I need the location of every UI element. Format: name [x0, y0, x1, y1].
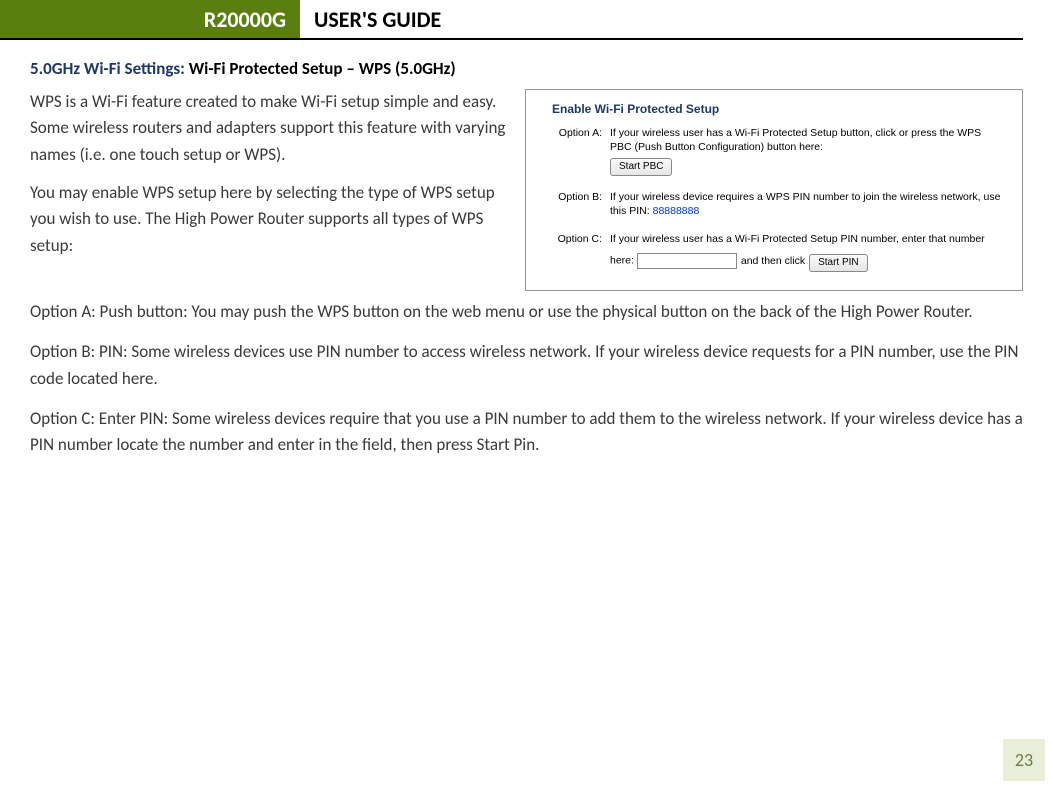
- page-content: 5.0GHz Wi-Fi Settings: Wi-Fi Protected S…: [0, 40, 1053, 459]
- doc-header: R20000G USER'S GUIDE: [0, 0, 1023, 40]
- start-pbc-button[interactable]: Start PBC: [610, 158, 672, 176]
- intro-p2: You may enable WPS setup here by selecti…: [30, 180, 507, 259]
- intro-p1: WPS is a Wi-Fi feature created to make W…: [30, 89, 507, 168]
- wps-option-b: Option B: If your wireless device requir…: [552, 190, 1004, 218]
- section-suffix: Wi-Fi Protected Setup – WPS (5.0GHz): [189, 58, 456, 79]
- wps-screenshot: Enable Wi-Fi Protected Setup Option A: I…: [525, 89, 1023, 291]
- option-b-para: Option B: PIN: Some wireless devices use…: [30, 339, 1023, 392]
- wps-option-c: Option C: If your wireless user has a Wi…: [552, 232, 1004, 272]
- option-c-para: Option C: Enter PIN: Some wireless devic…: [30, 406, 1023, 459]
- start-pin-button[interactable]: Start PIN: [809, 254, 868, 272]
- wps-and-then-text: and then click: [741, 254, 805, 268]
- wps-pin-value: 88888888: [653, 205, 700, 217]
- wps-pin-input[interactable]: [637, 253, 737, 269]
- wps-option-a: Option A: If your wireless user has a Wi…: [552, 126, 1004, 176]
- model-badge: R20000G: [0, 0, 300, 38]
- wps-heading: Enable Wi-Fi Protected Setup: [552, 102, 1004, 116]
- section-prefix: 5.0GHz Wi-Fi Settings:: [30, 58, 185, 79]
- doc-title: USER'S GUIDE: [300, 0, 441, 38]
- wps-option-a-text: If your wireless user has a Wi-Fi Protec…: [610, 127, 981, 153]
- page-number: 23: [1003, 739, 1045, 781]
- option-descriptions: Option A: Push button: You may push the …: [30, 299, 1023, 459]
- wps-option-a-label: Option A:: [552, 126, 610, 176]
- option-a-para: Option A: Push button: You may push the …: [30, 299, 1023, 325]
- section-title: 5.0GHz Wi-Fi Settings: Wi-Fi Protected S…: [30, 58, 1023, 79]
- intro-text: WPS is a Wi-Fi feature created to make W…: [30, 89, 507, 291]
- wps-option-b-label: Option B:: [552, 190, 610, 218]
- wps-option-c-label: Option C:: [552, 232, 610, 272]
